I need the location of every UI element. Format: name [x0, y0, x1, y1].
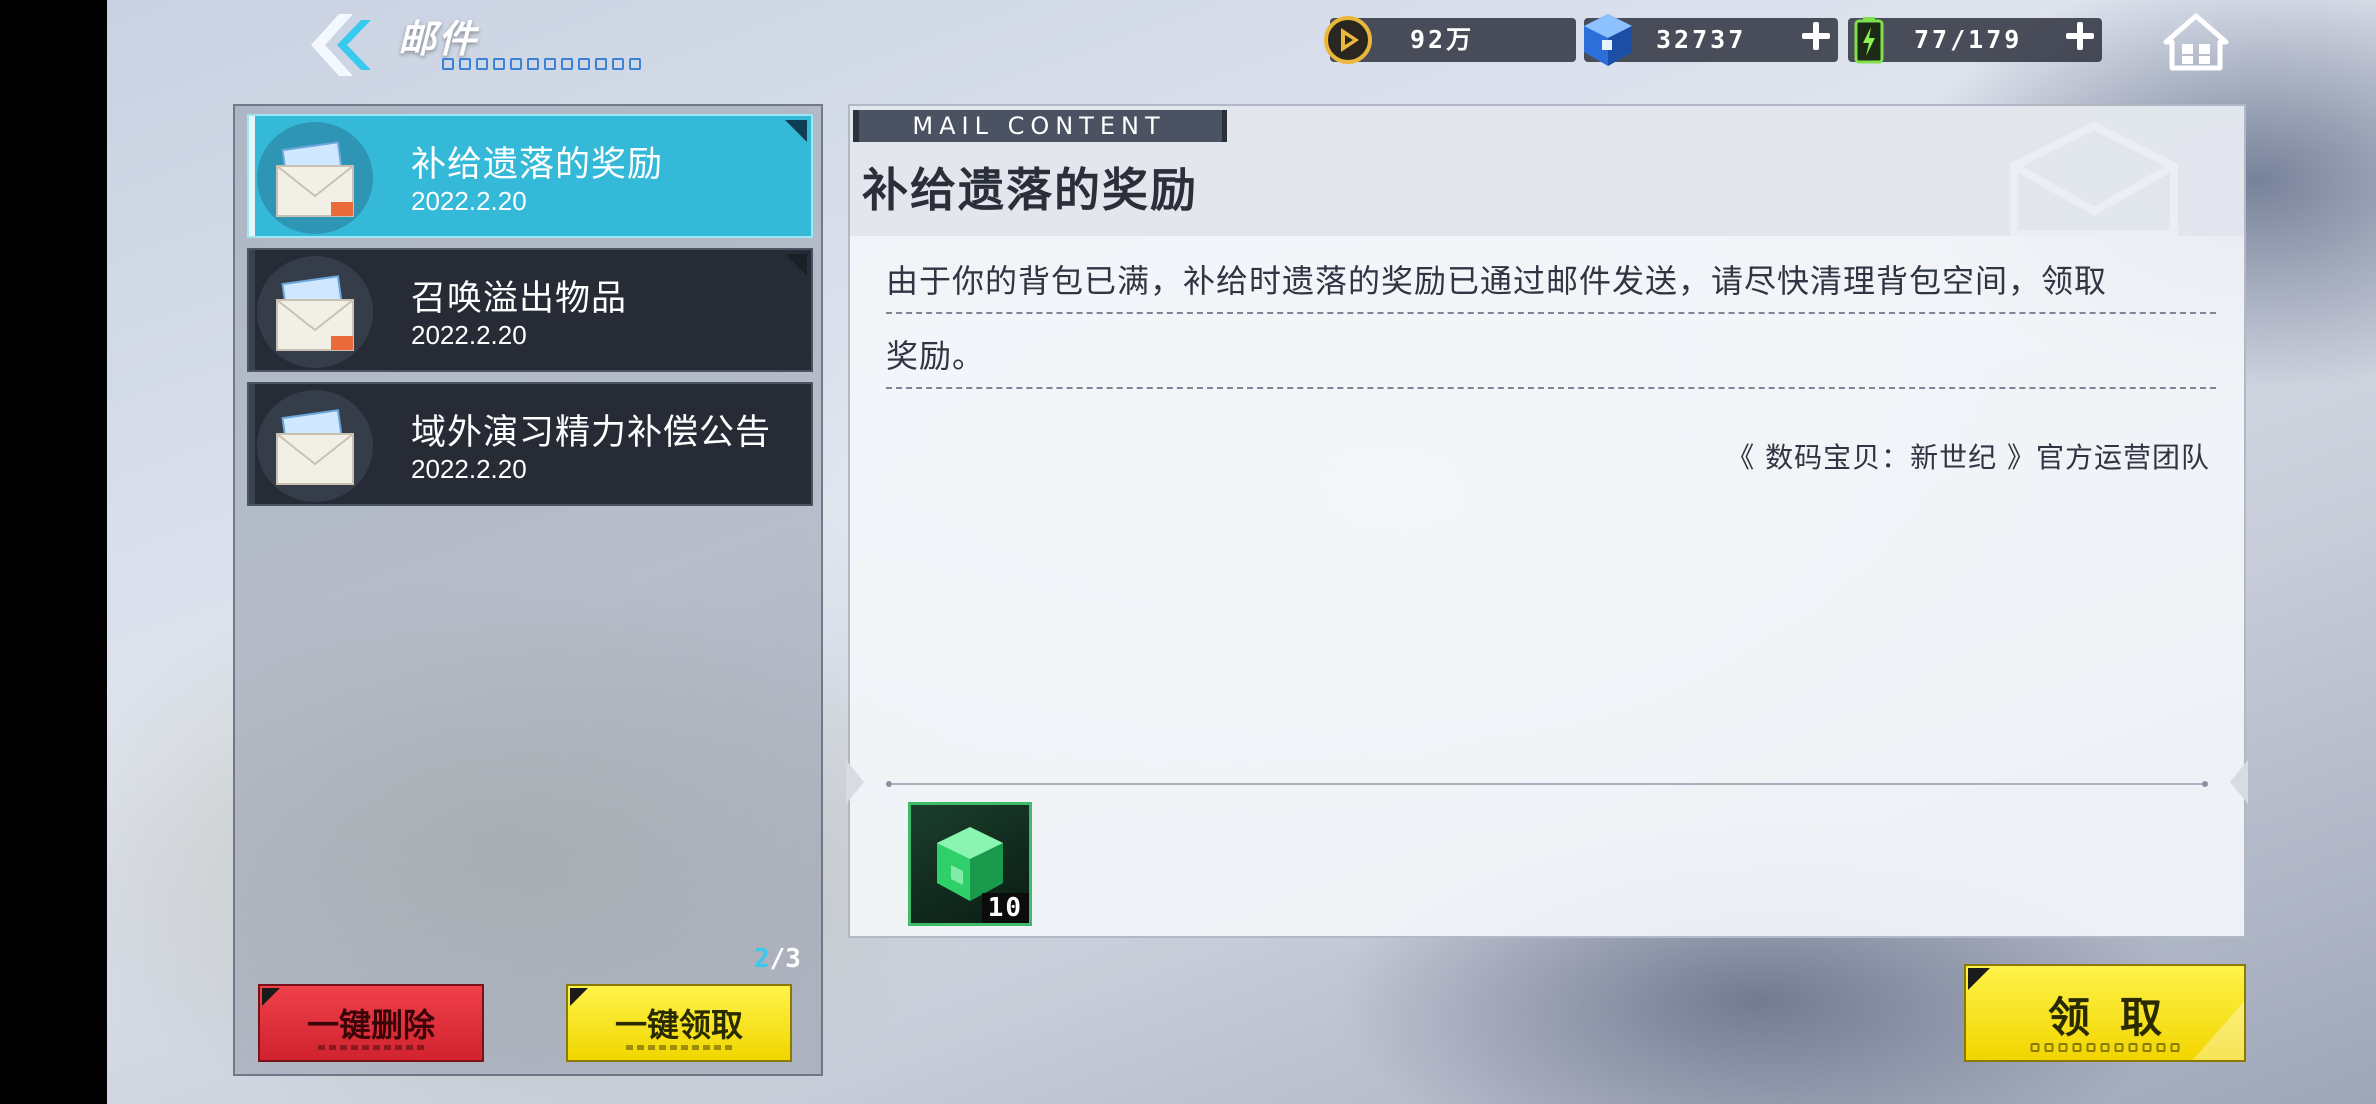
home-icon — [2163, 13, 2229, 71]
reward-quantity: 10 — [981, 893, 1029, 923]
left-arrow-icon — [846, 760, 864, 804]
mail-item-date: 2022.2.20 — [411, 454, 527, 484]
mail-item-title: 域外演习精力补偿公告 — [411, 413, 772, 453]
envelope-icon — [276, 141, 354, 217]
stamina-value: 77/179 — [1914, 25, 2023, 54]
claim-all-label: 一键领取 — [614, 1006, 743, 1044]
mail-item-title: 召唤溢出物品 — [411, 279, 628, 319]
claim-button[interactable]: 领取 — [1964, 964, 2246, 1062]
delete-all-label: 一键删除 — [306, 1006, 435, 1044]
envelope-icon — [276, 275, 354, 351]
add-stamina-button[interactable] — [2060, 16, 2100, 56]
back-button[interactable] — [303, 12, 373, 78]
page-total: /3 — [769, 944, 801, 974]
home-button[interactable] — [2162, 12, 2230, 72]
mail-body-line: 奖励。 — [886, 331, 2216, 389]
coin-value: 92万 — [1410, 25, 1475, 54]
envelope-watermark-icon — [2010, 121, 2178, 236]
corner-marker-icon — [785, 254, 807, 276]
reward-item[interactable]: 10 — [908, 802, 1032, 926]
coin-resource: 92万 — [1324, 16, 1576, 64]
envelope-icon — [276, 409, 354, 485]
mail-item-title: 补给遗落的奖励 — [411, 145, 664, 185]
mail-content-title: 补给遗落的奖励 — [862, 163, 1198, 217]
claim-label: 领取 — [2047, 993, 2192, 1042]
gem-value: 32737 — [1656, 25, 1747, 54]
mail-content-panel: MAIL CONTENT 补给遗落的奖励 由于你的背包已满，补给时遗落的奖励已通… — [846, 104, 2248, 938]
mail-sender: 《 数码宝贝：新世纪 》官方运营团队 — [1726, 441, 2210, 474]
mail-item-exercise-compensation[interactable]: 域外演习精力补偿公告 2022.2.20 — [247, 382, 813, 506]
right-arrow-icon — [2230, 760, 2248, 804]
mail-item-date: 2022.2.20 — [411, 320, 527, 350]
mail-item-summon-overflow[interactable]: 召唤溢出物品 2022.2.20 — [247, 248, 813, 372]
cube-icon — [1584, 14, 1632, 66]
add-gem-button[interactable] — [1796, 16, 1836, 56]
page-title: 邮件 — [398, 17, 479, 61]
coin-icon — [1324, 16, 1372, 64]
mail-content-tag: MAIL CONTENT — [853, 110, 1227, 142]
battery-icon — [1854, 17, 1884, 64]
reward-divider — [886, 781, 2208, 787]
title-subtitle-decoration — [442, 58, 652, 72]
chevron-left-icon — [311, 14, 371, 76]
page-current: 2 — [754, 944, 770, 974]
page-indicator: 2/3 — [754, 944, 801, 974]
corner-marker-icon — [785, 120, 807, 142]
left-letterbox — [0, 0, 107, 1104]
mail-content-header: MAIL CONTENT 补给遗落的奖励 — [850, 106, 2244, 236]
mail-list-panel: 补给遗落的奖励 2022.2.20 召唤溢出物品 2022.2.20 域外演习精… — [233, 104, 823, 1076]
mail-item-supply-reward[interactable]: 补给遗落的奖励 2022.2.20 — [247, 114, 813, 238]
delete-all-button[interactable]: 一键删除 — [258, 984, 484, 1062]
mail-body-line: 由于你的背包已满，补给时遗落的奖励已通过邮件发送，请尽快清理背包空间，领取 — [886, 256, 2216, 314]
mail-item-date: 2022.2.20 — [411, 186, 527, 216]
claim-all-button[interactable]: 一键领取 — [566, 984, 792, 1062]
